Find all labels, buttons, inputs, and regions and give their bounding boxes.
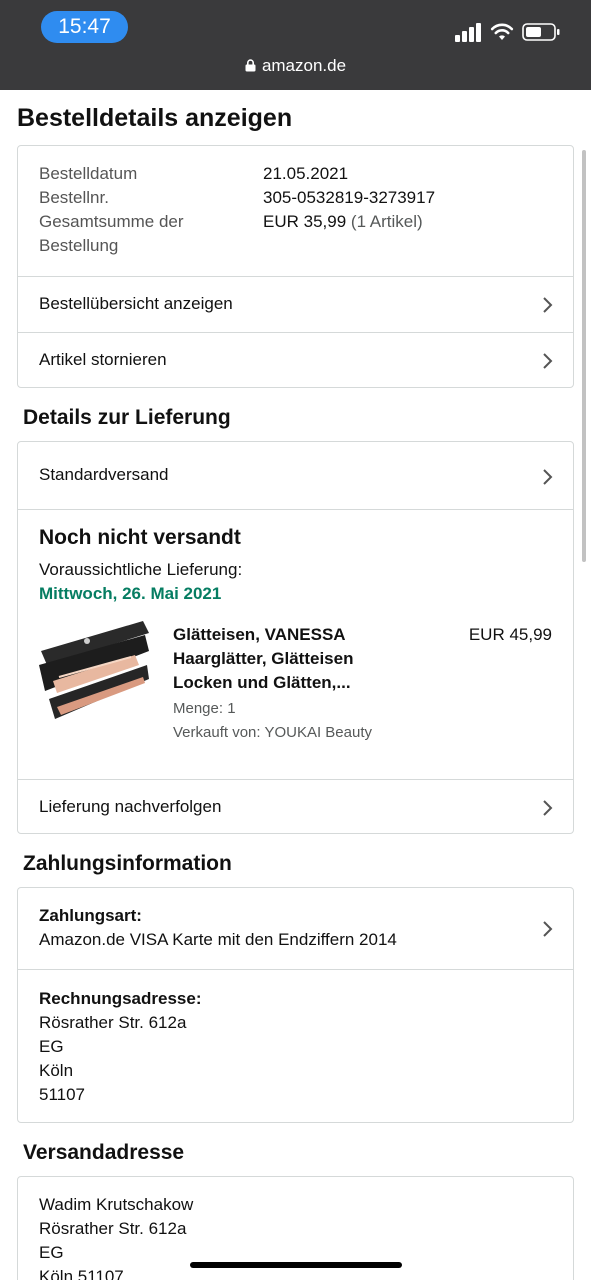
payment-section-title: Zahlungsinformation [23, 852, 232, 875]
cancel-items-link[interactable]: Artikel stornieren [18, 332, 573, 388]
order-total-value: EUR 35,99 (1 Artikel) [263, 210, 423, 234]
shipping-method-link[interactable]: Standardversand [18, 442, 573, 509]
wifi-icon [490, 23, 514, 40]
shipment-status: Noch nicht versandt [39, 526, 241, 549]
product-price: EUR 45,99 [468, 625, 552, 644]
order-item-count: (1 Artikel) [350, 212, 423, 231]
cancel-items-label: Artikel stornieren [39, 350, 167, 369]
chevron-right-icon [543, 469, 553, 485]
product-seller: Verkauft von: YOUKAI Beauty [173, 724, 372, 741]
track-delivery-link[interactable]: Lieferung nachverfolgen [18, 779, 573, 834]
order-total-label-line2: Bestellung [39, 236, 119, 255]
expected-delivery-date: Mittwoch, 26. Mai 2021 [39, 584, 222, 603]
product-title-line2[interactable]: Haarglätter, Glätteisen [173, 647, 353, 671]
billing-address-block: Rechnungsadresse: Rösrather Str. 612a EG… [18, 969, 573, 1123]
page-title: Bestelldetails anzeigen [17, 104, 293, 132]
product-title-line1[interactable]: Glätteisen, VANESSA [173, 623, 346, 647]
shipping-address-line: EG [39, 1243, 64, 1262]
billing-address-line: EG [39, 1037, 64, 1056]
url-text: amazon.de [261, 56, 347, 75]
cellular-signal-icon [455, 22, 483, 42]
scrollbar[interactable] [582, 150, 586, 562]
billing-address-label: Rechnungsadresse: [39, 989, 202, 1008]
chevron-right-icon [543, 297, 553, 313]
shipping-method-label: Standardversand [39, 465, 169, 484]
delivery-card: Standardversand Noch nicht versandt Vora… [17, 441, 574, 834]
lock-icon [245, 59, 256, 72]
page-content: Bestelldetails anzeigen Bestelldatum 21.… [0, 90, 591, 1280]
shipment-block: Noch nicht versandt Voraussichtliche Lie… [18, 509, 573, 779]
payment-card: Zahlungsart: Amazon.de VISA Karte mit de… [17, 887, 574, 1123]
payment-method-value: Amazon.de VISA Karte mit den Endziffern … [39, 930, 397, 949]
billing-address-line: 51107 [39, 1085, 86, 1104]
delivery-section-title: Details zur Lieferung [23, 406, 231, 429]
order-overview-label: Bestellübersicht anzeigen [39, 294, 233, 313]
address-bar[interactable]: amazon.de [0, 56, 591, 76]
order-date-label: Bestelldatum [39, 164, 138, 183]
order-number-value: 305-0532819-3273917 [263, 188, 436, 207]
product-title-line3[interactable]: Locken und Glätten,... [173, 671, 351, 695]
billing-address-line: Köln [39, 1061, 74, 1080]
order-number-label: Bestellnr. [39, 188, 109, 207]
battery-icon [522, 23, 560, 41]
status-time: 15:47 [41, 11, 128, 43]
product-quantity: Menge: 1 [173, 700, 236, 717]
track-delivery-label: Lieferung nachverfolgen [39, 797, 222, 816]
shipping-address-line: Rösrather Str. 612a [39, 1219, 187, 1238]
home-indicator[interactable] [190, 1262, 402, 1268]
billing-address-line: Rösrather Str. 612a [39, 1013, 187, 1032]
chevron-right-icon [543, 353, 553, 369]
order-total-label-line1: Gesamtsumme der [39, 212, 184, 231]
order-date-value: 21.05.2021 [263, 164, 349, 183]
payment-method-link[interactable]: Zahlungsart: Amazon.de VISA Karte mit de… [18, 888, 573, 969]
payment-method-label: Zahlungsart: [39, 906, 142, 925]
shipping-address-section-title: Versandadresse [23, 1141, 185, 1164]
order-info-block: Bestelldatum 21.05.2021 Bestellnr. 305-0… [18, 146, 573, 276]
chevron-right-icon [543, 921, 553, 937]
chevron-right-icon [543, 800, 553, 816]
shipping-address-line: Wadim Krutschakow [39, 1195, 194, 1214]
expected-delivery-label: Voraussichtliche Lieferung: [39, 560, 243, 579]
hair-straightener-image[interactable] [39, 621, 149, 729]
order-summary-card: Bestelldatum 21.05.2021 Bestellnr. 305-0… [17, 145, 574, 388]
order-total-amount: EUR 35,99 [263, 212, 347, 231]
shipping-address-line: Köln 51107 [39, 1267, 124, 1280]
order-overview-link[interactable]: Bestellübersicht anzeigen [18, 276, 573, 332]
browser-status-bar: 15:47 amazon.de [0, 0, 591, 90]
